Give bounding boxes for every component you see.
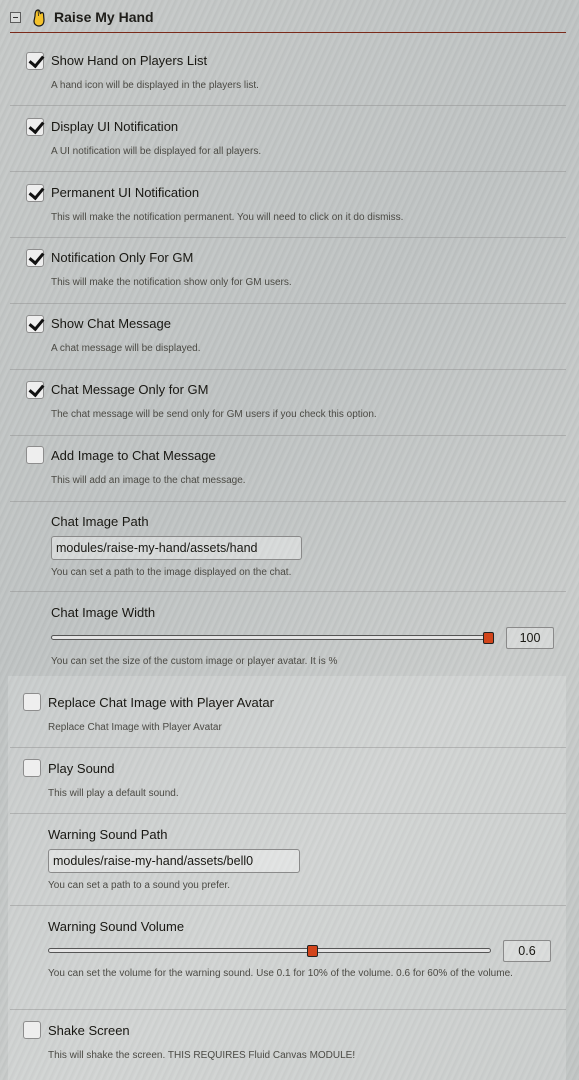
module-title: Raise My Hand: [54, 9, 154, 25]
setting-label: Add Image to Chat Message: [51, 448, 216, 463]
setting-label: Chat Message Only for GM: [51, 382, 209, 397]
setting-show-chat-message: Show Chat Message A chat message will be…: [0, 304, 566, 370]
setting-label: Warning Sound Path: [48, 827, 168, 842]
permanent-ui-notification-checkbox[interactable]: [26, 184, 44, 202]
setting-hint: A UI notification will be displayed for …: [51, 146, 262, 157]
setting-add-image-to-chat: Add Image to Chat Message This will add …: [0, 436, 566, 502]
slider-handle[interactable]: [307, 945, 319, 957]
setting-label: Show Chat Message: [51, 316, 171, 331]
add-image-to-chat-checkbox[interactable]: [26, 446, 44, 464]
setting-label: Replace Chat Image with Player Avatar: [48, 695, 274, 710]
setting-label: Play Sound: [48, 761, 115, 776]
setting-chat-image-path: Chat Image Path modules/raise-my-hand/as…: [0, 502, 566, 592]
warning-sound-volume-slider[interactable]: [48, 948, 491, 953]
setting-hint: This will add an image to the chat messa…: [51, 475, 246, 486]
setting-hint: Replace Chat Image with Player Avatar: [48, 722, 222, 733]
warning-sound-path-input[interactable]: modules/raise-my-hand/assets/bell0: [48, 849, 300, 873]
chat-image-path-input[interactable]: modules/raise-my-hand/assets/hand: [51, 536, 302, 560]
replace-chat-image-checkbox[interactable]: [23, 693, 41, 711]
setting-hint: This will make the notification permanen…: [51, 212, 404, 223]
setting-warning-sound-volume: Warning Sound Volume 0.6 You can set the…: [0, 906, 566, 1010]
setting-permanent-ui-notification: Permanent UI Notification This will make…: [0, 172, 566, 238]
header-divider: [10, 32, 566, 33]
setting-label: Shake Screen: [48, 1023, 130, 1038]
setting-show-hand: Show Hand on Players List A hand icon wi…: [0, 40, 566, 106]
chat-image-width-value: 100: [506, 627, 554, 649]
minus-square-icon[interactable]: [10, 12, 21, 23]
chat-image-width-slider[interactable]: [51, 635, 494, 640]
setting-hint: This will make the notification show onl…: [51, 277, 292, 288]
shake-screen-checkbox[interactable]: [23, 1021, 41, 1039]
notification-only-gm-checkbox[interactable]: [26, 249, 44, 267]
setting-label: Permanent UI Notification: [51, 185, 200, 200]
slider-handle[interactable]: [483, 632, 494, 644]
setting-hint: You can set the volume for the warning s…: [48, 968, 513, 979]
chat-message-only-gm-checkbox[interactable]: [26, 381, 44, 399]
play-sound-checkbox[interactable]: [23, 759, 41, 777]
setting-chat-message-only-gm: Chat Message Only for GM The chat messag…: [0, 370, 566, 436]
setting-label: Show Hand on Players List: [51, 53, 208, 68]
show-hand-checkbox[interactable]: [26, 52, 44, 70]
setting-label: Chat Image Path: [51, 514, 149, 529]
setting-shake-screen: Shake Screen This will shake the screen.…: [0, 1010, 566, 1080]
display-ui-notification-checkbox[interactable]: [26, 118, 44, 136]
setting-label: Display UI Notification: [51, 119, 179, 134]
setting-notification-only-gm: Notification Only For GM This will make …: [0, 238, 566, 304]
setting-hint: A hand icon will be displayed in the pla…: [51, 80, 259, 91]
setting-warning-sound-path: Warning Sound Path modules/raise-my-hand…: [0, 814, 566, 906]
setting-label: Chat Image Width: [51, 605, 156, 620]
setting-label: Notification Only For GM: [51, 250, 194, 265]
setting-hint: The chat message will be send only for G…: [51, 409, 377, 420]
setting-hint: You can set the size of the custom image…: [51, 656, 338, 667]
setting-chat-image-width: Chat Image Width 100 You can set the siz…: [0, 592, 566, 676]
setting-play-sound: Play Sound This will play a default soun…: [0, 748, 566, 814]
setting-hint: This will play a default sound.: [48, 788, 179, 799]
setting-hint: You can set a path to the image displaye…: [51, 567, 292, 578]
module-header: Raise My Hand: [0, 0, 566, 34]
setting-label: Warning Sound Volume: [48, 919, 185, 934]
setting-hint: You can set a path to a sound you prefer…: [48, 880, 230, 891]
show-chat-message-checkbox[interactable]: [26, 315, 44, 333]
setting-hint: This will shake the screen. THIS REQUIRE…: [48, 1050, 356, 1061]
setting-replace-chat-image: Replace Chat Image with Player Avatar Re…: [0, 682, 566, 748]
setting-hint: A chat message will be displayed.: [51, 343, 201, 354]
warning-sound-volume-value: 0.6: [503, 940, 551, 962]
setting-display-ui-notification: Display UI Notification A UI notificatio…: [0, 106, 566, 172]
raised-hand-icon: [33, 9, 45, 27]
